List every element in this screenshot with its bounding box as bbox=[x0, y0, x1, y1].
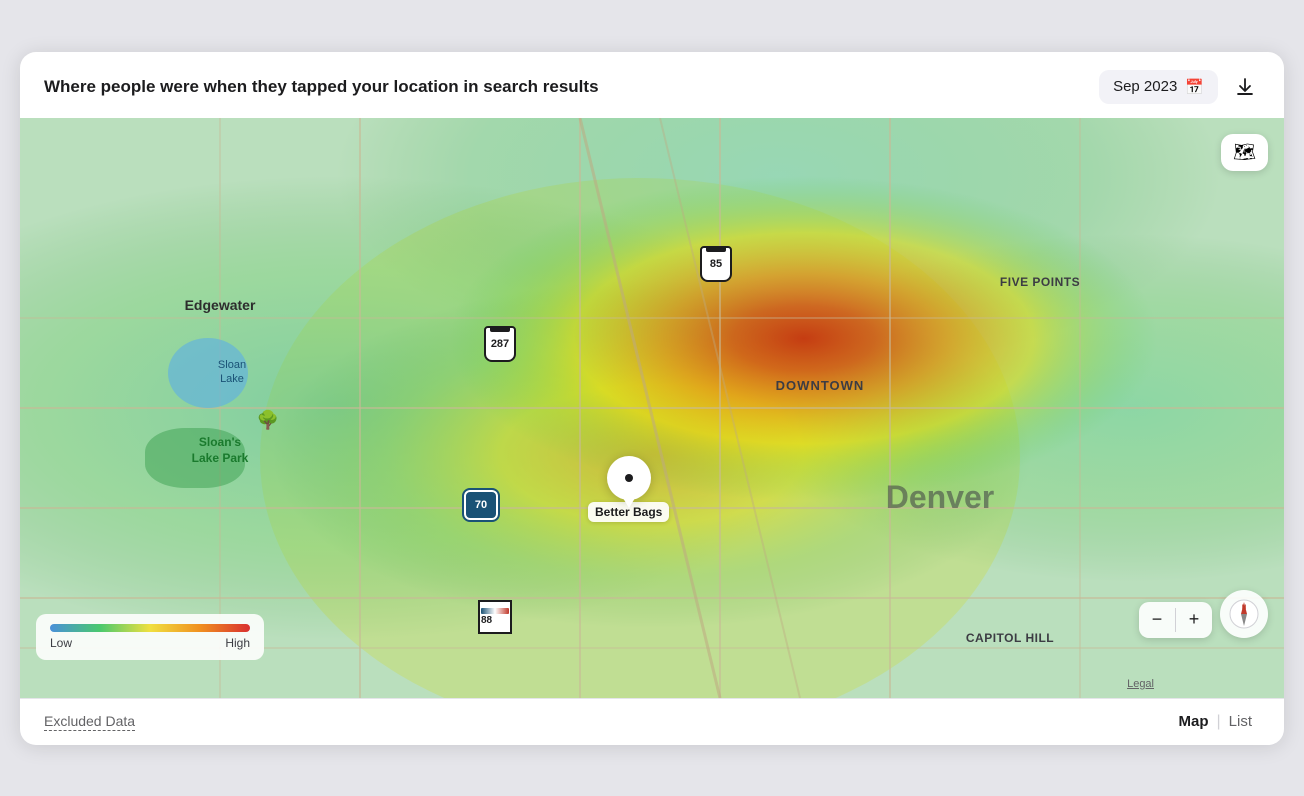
compass[interactable]: N bbox=[1220, 590, 1268, 638]
compass-inner: N bbox=[1228, 598, 1260, 630]
svg-text:N: N bbox=[1242, 605, 1246, 611]
heatmap-overlay bbox=[20, 118, 1284, 698]
footer: Excluded Data Map | List bbox=[20, 698, 1284, 745]
view-list-button[interactable]: List bbox=[1221, 713, 1260, 730]
excluded-data-link[interactable]: Excluded Data bbox=[44, 713, 135, 731]
view-toggle: Map | List bbox=[1171, 713, 1261, 731]
map-container[interactable]: 🌳 Edgewater Sloan Lake Sloan's Lake Park… bbox=[20, 118, 1284, 698]
header: Where people were when they tapped your … bbox=[20, 52, 1284, 118]
highway-70: 70 bbox=[464, 490, 498, 520]
map-toggle-button[interactable]: 🗺 bbox=[1221, 134, 1268, 171]
date-label: Sep 2023 bbox=[1113, 78, 1177, 95]
map-toggle-icon: 🗺 bbox=[1233, 142, 1256, 163]
legend-high-label: High bbox=[225, 636, 250, 650]
sloan-lake bbox=[168, 338, 248, 408]
legend-low-label: Low bbox=[50, 636, 72, 650]
pin-bubble bbox=[607, 456, 651, 500]
zoom-controls: − + bbox=[1139, 602, 1212, 638]
view-map-button[interactable]: Map bbox=[1171, 713, 1217, 730]
download-button[interactable] bbox=[1230, 72, 1260, 102]
zoom-out-button[interactable]: − bbox=[1139, 602, 1175, 638]
us-shield-287: 287 bbox=[484, 326, 516, 362]
highway-88: 88 bbox=[478, 600, 512, 634]
main-card: Where people were when they tapped your … bbox=[20, 52, 1284, 745]
park-area bbox=[145, 428, 245, 488]
heatmap-legend: Low High bbox=[36, 614, 264, 660]
page-title: Where people were when they tapped your … bbox=[44, 77, 599, 97]
calendar-icon: 📅 bbox=[1185, 78, 1204, 96]
highway-85: 85 bbox=[700, 246, 732, 282]
zoom-in-button[interactable]: + bbox=[1176, 602, 1212, 638]
download-icon bbox=[1234, 76, 1256, 98]
interstate-shield-70: 70 bbox=[464, 490, 498, 520]
header-controls: Sep 2023 📅 bbox=[1099, 70, 1260, 104]
date-picker[interactable]: Sep 2023 📅 bbox=[1099, 70, 1218, 104]
legend-labels: Low High bbox=[50, 636, 250, 650]
highway-287: 287 bbox=[484, 326, 516, 362]
us-shield-85: 85 bbox=[700, 246, 732, 282]
state-shield-88: 88 bbox=[478, 600, 512, 634]
location-pin[interactable]: Better Bags bbox=[588, 456, 669, 522]
legend-gradient-bar bbox=[50, 624, 250, 632]
legal-link[interactable]: Legal bbox=[1127, 678, 1154, 690]
pin-dot bbox=[625, 474, 633, 482]
compass-svg: N bbox=[1228, 598, 1260, 630]
